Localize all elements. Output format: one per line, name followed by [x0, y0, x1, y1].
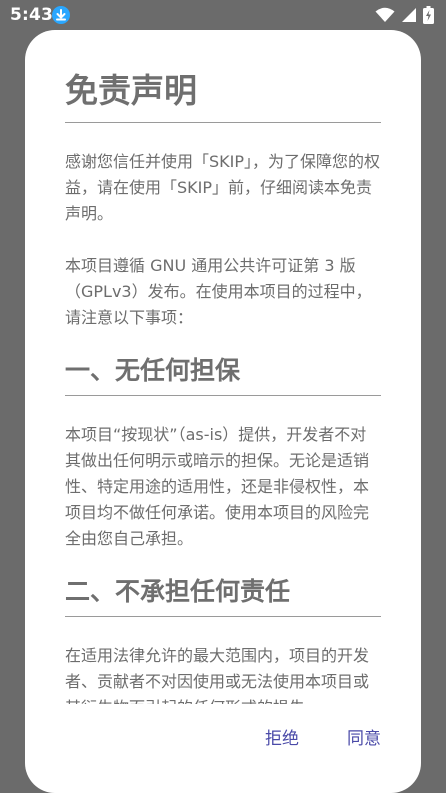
battery-charging-icon — [423, 6, 434, 28]
status-icons — [375, 6, 434, 28]
section-1-body: 本项目“按现状”（as-is）提供，开发者不对其做出任何明示或暗示的担保。无论是… — [65, 425, 370, 548]
signal-icon — [401, 7, 417, 27]
intro-paragraph-1: 感谢您信任并使用「SKIP」，为了保障您的权益，请在使用「SKIP」前，仔细阅读… — [65, 152, 381, 223]
section-2-body: 在适用法律允许的最大范围内，项目的开发者、贡献者不对因使用或无法使用本项目或其衍… — [65, 646, 370, 704]
section-1-title: 一、无任何担保 — [65, 353, 381, 396]
status-time: 5:43 — [10, 5, 54, 25]
accept-button[interactable]: 同意 — [347, 720, 381, 753]
disclaimer-dialog: 免责声明 感谢您信任并使用「SKIP」，为了保障您的权益，请在使用「SKIP」前… — [25, 30, 421, 793]
dialog-title: 免责声明 — [65, 68, 381, 123]
intro-paragraph-2: 本项目遵循 GNU 通用公共许可证第 3 版（GPLv3）发布。在使用本项目的过… — [65, 256, 372, 327]
status-bar: 5:43 — [0, 0, 446, 30]
download-icon — [52, 6, 70, 24]
wifi-icon — [375, 7, 395, 27]
dialog-actions: 拒绝 同意 — [265, 720, 381, 753]
reject-button[interactable]: 拒绝 — [265, 720, 299, 753]
disclaimer-content[interactable]: 免责声明 感谢您信任并使用「SKIP」，为了保障您的权益，请在使用「SKIP」前… — [65, 68, 381, 704]
section-2-title: 二、不承担任何责任 — [65, 574, 381, 617]
